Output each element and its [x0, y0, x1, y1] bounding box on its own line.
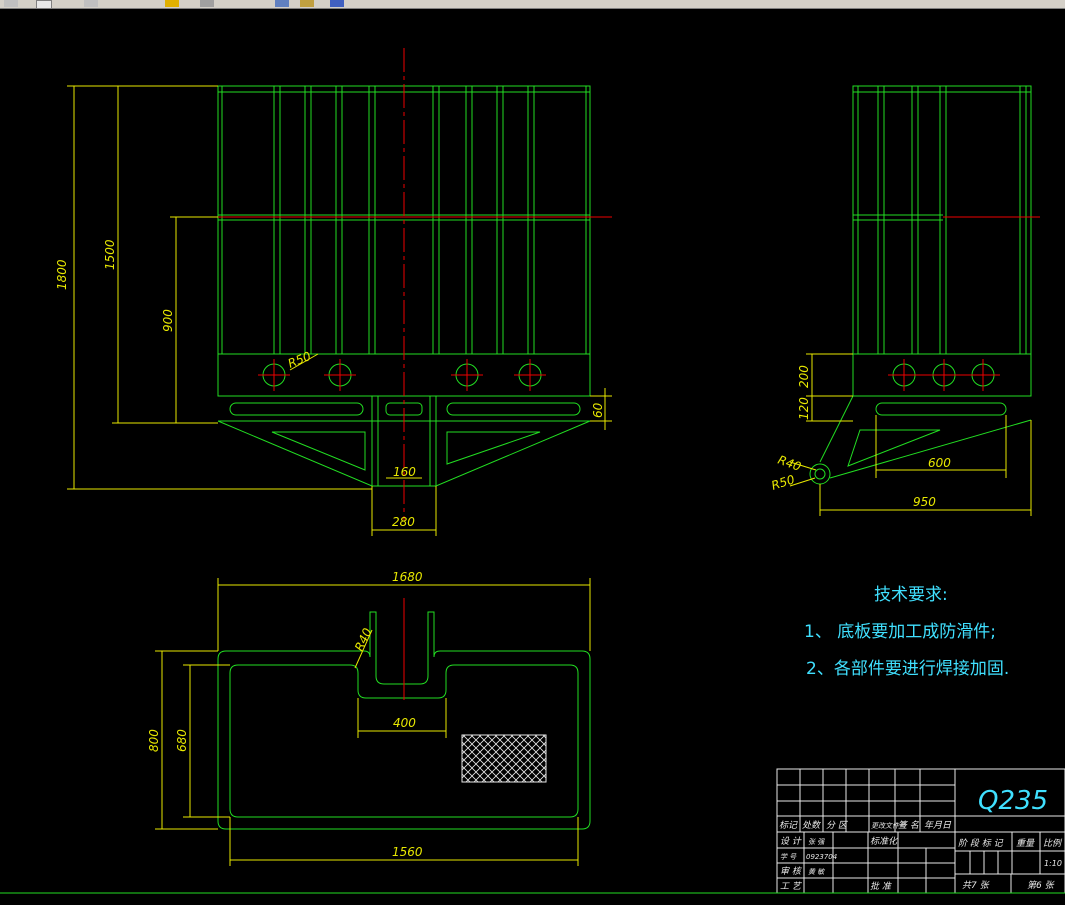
- dim-1680: 1680: [392, 570, 423, 584]
- dim-400: 400: [393, 716, 416, 730]
- dim-160: 160: [393, 465, 416, 479]
- tb-total-sheets: 共7 张: [962, 880, 991, 891]
- gusset-left: [271, 431, 366, 471]
- dim-800: 800: [147, 729, 161, 752]
- tb-sheet-no: 第6 张: [1027, 880, 1056, 891]
- settings-icon[interactable]: [330, 0, 344, 7]
- dim-1500: 1500: [103, 239, 117, 270]
- dim-200: 200: [797, 365, 811, 388]
- help-icon[interactable]: [300, 0, 314, 7]
- tb-std: 标准化: [870, 836, 898, 847]
- tb-scale-label: 比例: [1043, 838, 1063, 849]
- dim-950: 950: [913, 495, 936, 509]
- tb-approve: 批 准: [870, 881, 892, 892]
- pointer-icon[interactable]: [4, 0, 18, 7]
- antislip-hatch: [461, 734, 547, 783]
- side-foot: [809, 463, 831, 485]
- side-frame: [852, 85, 1032, 397]
- pan-icon[interactable]: [84, 0, 98, 7]
- title-block: Q235 标记 处数 分 区 更改文件号 签 名 年月日 设 计 张 强 标准化…: [776, 768, 1065, 894]
- tb-student-no-label: 学 号: [780, 853, 797, 861]
- drawing-canvas[interactable]: 1800 1500 900 R50 60 160 280 200 120 R40…: [0, 8, 1065, 901]
- dim-side-r40: R40: [776, 453, 803, 474]
- tb-scale: 1:10: [1044, 859, 1062, 868]
- side-slot: [875, 402, 1007, 416]
- dim-60: 60: [591, 402, 605, 418]
- dim-120: 120: [797, 397, 811, 420]
- front-view: [170, 48, 612, 520]
- slot-right: [446, 402, 581, 416]
- tb-weight: 重量: [1016, 838, 1035, 849]
- dim-280: 280: [392, 515, 415, 529]
- dim-900: 900: [161, 309, 175, 332]
- material-code: Q235: [978, 786, 1048, 816]
- dim-side-r50: R50: [770, 472, 797, 493]
- top-dimensions: 1680 R40 800 680 400 1560: [147, 570, 591, 866]
- technical-notes: 技术要求: 1、 底板要加工成防滑件; 2、各部件要进行焊接加固.: [804, 585, 1009, 679]
- tb-check-name: 黄 敏: [808, 868, 825, 876]
- tb-design-name: 张 强: [808, 838, 825, 846]
- tb-sign: 签 名: [898, 820, 920, 831]
- properties-icon[interactable]: [200, 0, 214, 7]
- undo-icon[interactable]: [165, 0, 179, 7]
- dim-680: 680: [175, 729, 189, 752]
- dim-1800: 1800: [55, 259, 69, 290]
- tb-date: 年月日: [924, 820, 952, 831]
- dim-1560: 1560: [392, 845, 423, 859]
- tb-student-no: 0923704: [806, 853, 837, 861]
- tb-zone: 分 区: [826, 820, 849, 831]
- dim-r50: R50: [286, 349, 313, 371]
- notes-title: 技术要求:: [874, 585, 948, 605]
- tb-stage-mark: 阶 段 标 记: [958, 838, 1004, 849]
- side-dimensions: 200 120 R40 R50 600 950: [770, 353, 1032, 516]
- layer-icon[interactable]: [275, 0, 289, 7]
- slot-left: [229, 402, 364, 416]
- tb-design: 设 计: [780, 836, 802, 847]
- tb-mark: 标记: [779, 820, 798, 831]
- tb-check: 审 核: [780, 866, 803, 877]
- side-gusset: [847, 429, 941, 467]
- notes-item-1: 1、 底板要加工成防滑件;: [804, 622, 996, 642]
- tb-process: 工 艺: [780, 881, 803, 892]
- notes-item-2: 2、各部件要进行焊接加固.: [806, 659, 1009, 679]
- dim-top-r40: R40: [352, 626, 375, 654]
- tb-count: 处数: [802, 820, 821, 831]
- top-view: [217, 598, 591, 830]
- dim-600: 600: [928, 456, 951, 470]
